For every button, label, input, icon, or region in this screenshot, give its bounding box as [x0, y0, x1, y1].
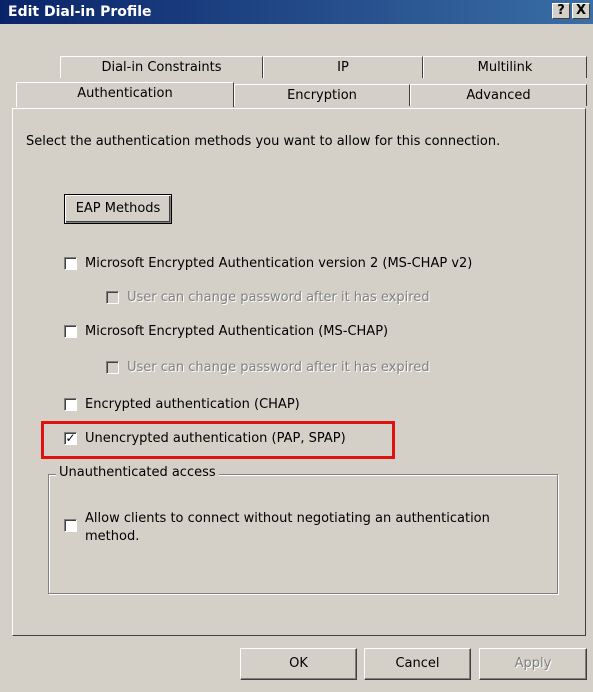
- option-chap[interactable]: Encrypted authentication (CHAP): [64, 397, 300, 412]
- mschap-v2-change-password-checkbox: [106, 291, 119, 304]
- apply-button[interactable]: Apply: [479, 648, 587, 680]
- pap-spap-checkbox[interactable]: ✓: [64, 432, 77, 445]
- ok-button[interactable]: OK: [240, 648, 357, 680]
- option-allow-unauthenticated[interactable]: Allow clients to connect without negotia…: [64, 510, 490, 546]
- eap-methods-button[interactable]: EAP Methods: [64, 194, 172, 224]
- mschap-v2-change-password-label: User can change password after it has ex…: [127, 290, 430, 305]
- instruction-text: Select the authentication methods you wa…: [26, 134, 501, 149]
- help-button[interactable]: ?: [552, 3, 570, 19]
- title-bar[interactable]: Edit Dial-in Profile ? X: [0, 0, 593, 24]
- allow-unauthenticated-label-line1: Allow clients to connect without negotia…: [85, 511, 490, 526]
- tab-encryption[interactable]: Encryption: [234, 84, 410, 106]
- unauthenticated-access-label: Unauthenticated access: [56, 465, 219, 480]
- pap-spap-label: Unencrypted authentication (PAP, SPAP): [85, 431, 346, 446]
- mschap-checkbox[interactable]: [64, 325, 77, 338]
- allow-unauthenticated-label: Allow clients to connect without negotia…: [85, 510, 490, 546]
- window-title: Edit Dial-in Profile: [8, 4, 152, 20]
- mschap-v2-label: Microsoft Encrypted Authentication versi…: [85, 256, 473, 271]
- mschap-change-password-label: User can change password after it has ex…: [127, 360, 430, 375]
- close-button[interactable]: X: [572, 3, 590, 19]
- tab-ip[interactable]: IP: [263, 56, 423, 78]
- chap-label: Encrypted authentication (CHAP): [85, 397, 300, 412]
- tab-advanced[interactable]: Advanced: [410, 84, 587, 106]
- cancel-button[interactable]: Cancel: [364, 648, 471, 680]
- dialog-window: Edit Dial-in Profile ? X Dial-in Constra…: [0, 0, 593, 692]
- allow-unauthenticated-label-line2: method.: [85, 529, 140, 544]
- option-pap-spap[interactable]: ✓ Unencrypted authentication (PAP, SPAP): [64, 431, 346, 446]
- tab-authentication[interactable]: Authentication: [16, 82, 234, 107]
- option-mschap-change-password: User can change password after it has ex…: [106, 360, 430, 375]
- allow-unauthenticated-checkbox[interactable]: [64, 519, 77, 532]
- mschap-change-password-checkbox: [106, 361, 119, 374]
- option-mschap-v2[interactable]: Microsoft Encrypted Authentication versi…: [64, 256, 472, 271]
- mschap-label: Microsoft Encrypted Authentication (MS-C…: [85, 324, 389, 339]
- chap-checkbox[interactable]: [64, 398, 77, 411]
- tab-multilink[interactable]: Multilink: [423, 56, 587, 78]
- tab-dial-in-constraints[interactable]: Dial-in Constraints: [60, 56, 263, 78]
- mschap-v2-checkbox[interactable]: [64, 257, 77, 270]
- option-mschap-v2-change-password: User can change password after it has ex…: [106, 290, 430, 305]
- option-mschap[interactable]: Microsoft Encrypted Authentication (MS-C…: [64, 324, 388, 339]
